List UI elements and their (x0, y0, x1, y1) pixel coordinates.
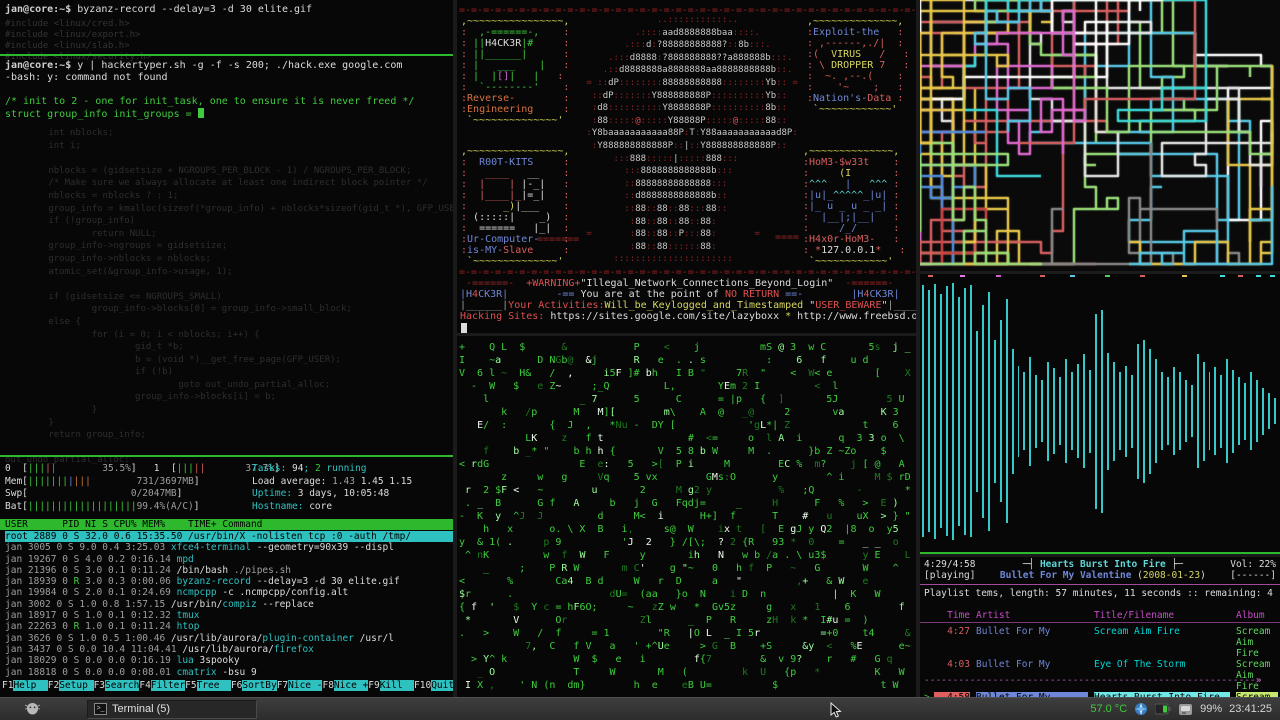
now-playing-title: ─┤ Hearts Burst Into Fire ├─ (1022, 559, 1183, 570)
cmatrix-pane[interactable]: + Q L $ & P < j mS @ 3 w C 5s j _ I ~a D… (457, 336, 916, 697)
shell-command-1: jan@core:~$ byzanz-record --delay=3 -d 3… (5, 4, 313, 15)
player-separator (920, 584, 1280, 585)
playlist-header-separator (920, 622, 1280, 623)
process-row[interactable]: jan 18818 0 S 0.0 0.0 0:08.01 cmatrix -b… (5, 667, 453, 678)
system-tray: 57.0 °C 99% 23:41:25 (1090, 702, 1280, 716)
bash-error: -bash: y: command not found (5, 72, 168, 83)
process-row[interactable]: jan 18917 0 S 1.0 0.1 0:12.32 tmux (5, 610, 453, 621)
shell-command-2: jan@core:~$ y | hackertyper.sh -g -f -s … (5, 60, 403, 71)
htop-function-keys[interactable]: F1Help F2Setup F3SearchF4FilterF5Tree F6… (2, 680, 453, 692)
htop-info: Tasks: 94; 2 running Load average: 1.43 … (252, 463, 413, 512)
player-state: [playing] (924, 570, 976, 581)
taskbar-window-button[interactable]: >_ Terminal (5) (87, 699, 257, 719)
htop-meters: 0 [||||| 35.5%] 1 [||||| 37.7%] Mem[||||… (5, 463, 280, 512)
volume-slider[interactable]: [------] (1230, 570, 1276, 581)
playlist-row[interactable]: 4:27 Bullet For My Scream Aim Fire Scream A… (924, 626, 1278, 659)
mouse-cursor (830, 702, 842, 718)
process-table-header[interactable]: USER PID NI S CPU% MEM% TIME+ Command (0, 519, 453, 531)
process-row[interactable]: jan 3005 0 S 9.0 0.4 3:25.03 xfce4-termi… (5, 542, 453, 553)
ghost-kernel-code: int nblocks; int i; nblocks = (gidsetsiz… (5, 128, 453, 466)
playlist: 4:27 Bullet For My Scream Aim Fire Scream A… (924, 626, 1278, 697)
virus-dropper-box: ,~~~~~~~~~~~~~~,:Exploit-the :: ,------,… (807, 16, 910, 115)
process-row[interactable]: jan 18939 0 R 3.0 0.3 0:00.06 byzanz-rec… (5, 576, 453, 587)
process-row[interactable]: jan 22263 0 R 1.0 0.1 0:11.24 htop (5, 621, 453, 632)
terminal-pane-left[interactable]: jan@core:~$ byzanz-record --delay=3 -d 3… (0, 0, 453, 697)
warning-line-1: -======- +WARNING+"Illegal_Network_Conne… (460, 278, 900, 289)
tmux-split-line (0, 54, 453, 56)
matrix-rain: + Q L $ & P < j mS @ 3 w C 5s j _ I ~a D… (459, 342, 911, 691)
now-playing-artist: Bullet For My Valentine (2008-01-23) (999, 570, 1206, 581)
taskbar-window-label: Terminal (5) (112, 703, 171, 715)
process-row[interactable]: jan 18029 0 S 0.0 0.0 0:16.19 lua 3spook… (5, 655, 453, 666)
dash-border-mid: =-=-=-=-=-=-=-=-=-=-=-=-=-=-=-=-=-=-=-=-… (459, 268, 916, 278)
process-row[interactable]: jan 3437 0 S 0.0 10.4 11:04.41 /usr/lib/… (5, 644, 453, 655)
process-row[interactable]: root 2889 0 S 32.0 0.6 15:35.50 /usr/bin… (5, 531, 453, 543)
ascii-connector-left: ======= (537, 234, 580, 245)
volume-label: Vol: 22% (1230, 559, 1276, 570)
pipes-screensaver-pane[interactable] (920, 0, 1280, 271)
process-table: root 2889 0 S 32.0 0.6 15:35.50 /usr/bin… (0, 531, 453, 678)
player-status-line-1: 4:29/4:58 ─┤ Hearts Burst Into Fire ├─ V… (924, 559, 1276, 570)
taskbar: >_ Terminal (5) 57.0 °C 99% 23:41:25 (0, 697, 1280, 720)
process-row[interactable]: jan 21396 0 S 3.0 0.1 0:11.24 /bin/bash … (5, 565, 453, 576)
rootkits-box: ,~~~~~~~~~~~~~~~~,: R00T-KITS :: ____ __… (461, 146, 570, 267)
warning-line-3: |______|Your Activities:Will_be_Keylogge… (460, 300, 916, 311)
playlist-bottom-dashes: ----------------------------------------… (924, 675, 1262, 686)
device-tray-icon[interactable] (1178, 703, 1193, 716)
process-row[interactable]: jan 19267 0 S 4.0 0.2 0:16.14 mpd (5, 554, 453, 565)
network-tray-icon[interactable] (1134, 702, 1148, 716)
cpu-temp: 57.0 °C (1090, 703, 1128, 715)
tmux-split-line (0, 455, 453, 457)
process-row[interactable]: jan 3626 0 S 1.0 0.5 1:00.46 /usr/lib/au… (5, 633, 453, 644)
playlist-info: Playlist tems, length: 57 minutes, 11 se… (924, 588, 1273, 599)
hackertyper-line-2: struct group_info init_groups = (5, 108, 204, 121)
hacking-sites-line: Hacking Sites: https://sites.google.com/… (460, 311, 916, 322)
warning-line-2: |H4CK3R| -== You are at the point of NO … (460, 289, 900, 300)
xfce-mouse-icon[interactable] (24, 702, 41, 716)
music-player-pane[interactable]: 4:29/4:58 ─┤ Hearts Burst Into Fire ├─ V… (920, 557, 1280, 697)
pipes-canvas (920, 0, 1280, 271)
playlist-header[interactable]: Time Artist Title/Filename Album (924, 610, 1278, 621)
audio-visualizer-pane[interactable] (920, 274, 1280, 554)
process-row[interactable]: jan 3002 0 S 1.0 0.8 1:57.15 /usr/bin/co… (5, 599, 453, 610)
skull-ascii-art: ..:::::::::::.. .::::aad8888888baa::::. … (586, 15, 798, 265)
battery-tray-icon[interactable] (1155, 703, 1171, 715)
battery-percent: 99% (1200, 703, 1223, 715)
hacker-art-pane[interactable]: =-=-=-=-=-=-=-=-=-=-=-=-=-=-=-=-=-=-=-=-… (457, 0, 916, 333)
haxor-home-box: ,~~~~~~~~~~~~~~,:HoM3-$w33t :: (I ::^^^ … (803, 146, 906, 267)
visualizer-bars (920, 274, 1280, 548)
clock[interactable]: 23:41:25 (1229, 703, 1272, 715)
ghost-include-lines: #include <linux/cred.h> #include <linux/… (5, 19, 152, 62)
hackertyper-line-1: /* init to 2 - one for init_task, one to… (5, 96, 415, 107)
terminal-cursor (197, 108, 204, 118)
terminal-icon: >_ (94, 703, 107, 715)
terminal-cursor (461, 323, 467, 333)
process-row[interactable]: jan 19984 0 S 2.0 0.1 0:24.69 ncmpcpp -c… (5, 587, 453, 598)
player-status-line-2: [playing] Bullet For My Valentine (2008-… (924, 570, 1276, 581)
elapsed-time: 4:29/4:58 (924, 559, 976, 570)
hacker-box: ,~~~~~~~~~~~~~~~~,: ,-======-, :: ||H4CK… (461, 16, 570, 126)
